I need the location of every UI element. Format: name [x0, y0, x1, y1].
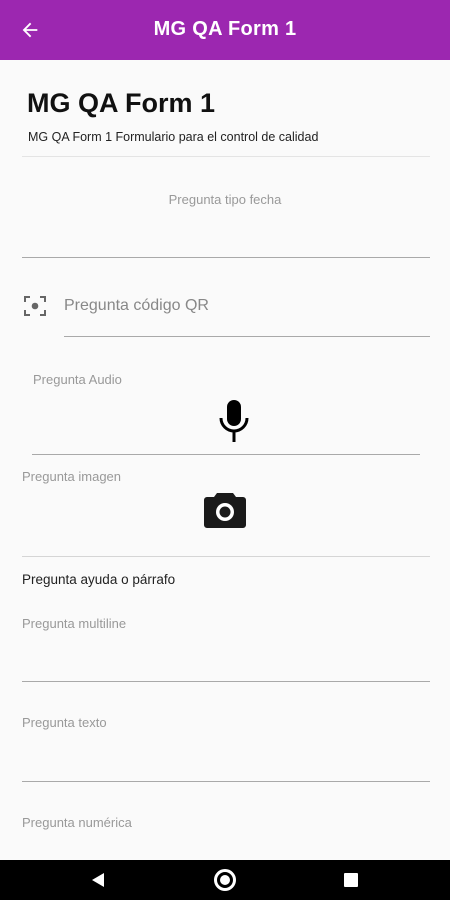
- form-description: MG QA Form 1 Formulario para el control …: [28, 130, 319, 144]
- system-nav-bar: [0, 860, 450, 900]
- image-question-underline: [22, 556, 430, 557]
- qr-question-input[interactable]: Pregunta código QR: [64, 297, 209, 315]
- camera-icon[interactable]: [203, 489, 247, 529]
- numeric-question-label: Pregunta numérica: [22, 815, 132, 830]
- image-question-label: Pregunta imagen: [22, 469, 122, 484]
- microphone-icon[interactable]: [216, 400, 252, 442]
- qr-question-underline: [64, 336, 430, 337]
- audio-question-label: Pregunta Audio: [33, 372, 122, 387]
- text-question-label: Pregunta texto: [22, 715, 107, 730]
- help-paragraph: Pregunta ayuda o párrafo: [22, 572, 176, 587]
- app-bar: MG QA Form 1: [0, 0, 450, 60]
- date-question-field[interactable]: [22, 257, 430, 258]
- nav-back-icon[interactable]: [90, 872, 106, 888]
- nav-recents-icon[interactable]: [344, 873, 358, 887]
- multiline-question-field[interactable]: [22, 681, 430, 682]
- app-bar-title: MG QA Form 1: [153, 18, 297, 40]
- audio-question-underline: [32, 454, 420, 455]
- divider: [22, 156, 430, 157]
- qr-scan-icon[interactable]: [23, 294, 47, 318]
- date-question-label: Pregunta tipo fecha: [168, 192, 282, 207]
- multiline-question-label: Pregunta multiline: [22, 616, 127, 631]
- nav-home-icon[interactable]: [214, 869, 236, 891]
- form-title: MG QA Form 1: [27, 88, 216, 118]
- text-question-field[interactable]: [22, 781, 430, 782]
